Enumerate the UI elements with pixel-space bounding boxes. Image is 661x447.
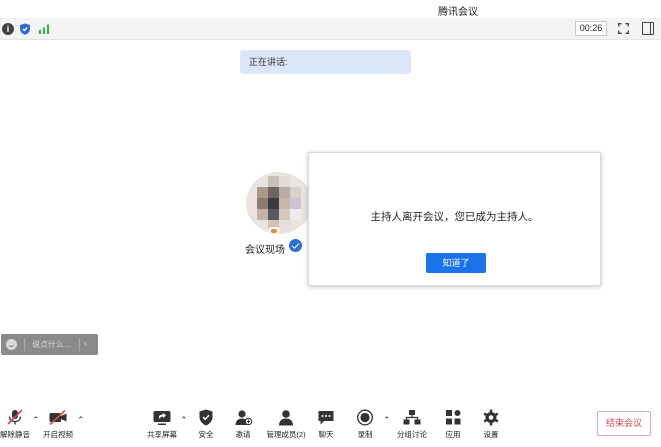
security-button[interactable]: 安全: [186, 409, 226, 443]
breakout-rooms-label: 分组讨论: [397, 430, 427, 439]
manage-members-label: 管理成员(2): [266, 430, 306, 439]
dialog-message: 主持人离开会议，您已成为主持人。: [370, 211, 539, 223]
gear-icon: [483, 409, 499, 426]
speaking-indicator: 正在讲话:: [240, 50, 411, 74]
muted-mic-icon: [7, 409, 23, 425]
info-icon[interactable]: i: [2, 23, 14, 35]
status-bar: i 00:26: [0, 18, 661, 40]
invite-label: 邀请: [235, 430, 251, 439]
end-meeting-button[interactable]: 结束会议: [597, 411, 651, 436]
apps-grid-icon: [446, 410, 461, 425]
start-video-button[interactable]: 开启视频: [38, 409, 78, 443]
record-icon: [357, 409, 373, 426]
sidebar-toggle-icon[interactable]: [642, 22, 654, 35]
collapse-icon[interactable]: ‹: [84, 338, 87, 348]
share-screen-button[interactable]: 共享屏幕: [142, 409, 182, 443]
bottom-toolbar: 解除静音 ⌃ 开启视频 ⌃ 共享屏幕 ⌃ 安全 邀请 管理成员(2) 聊天 录制…: [0, 404, 661, 447]
chat-bubble-icon: [318, 411, 334, 425]
settings-button[interactable]: 设置: [471, 409, 511, 443]
camera-off-icon: [49, 409, 67, 426]
divider: [79, 338, 80, 351]
record-label: 录制: [357, 430, 373, 439]
dialog-ok-button[interactable]: 知道了: [426, 253, 486, 273]
manage-members-button[interactable]: 管理成员(2): [263, 409, 309, 443]
security-label: 安全: [198, 430, 214, 439]
verified-badge-icon: [289, 239, 302, 252]
unmute-button[interactable]: 解除静音: [0, 409, 35, 443]
record-options-caret-icon[interactable]: ⌃: [383, 415, 391, 426]
avatar: [246, 172, 312, 234]
unmute-label: 解除静音: [0, 430, 30, 439]
chat-quick-input[interactable]: 说点什么... ‹: [1, 334, 98, 355]
chat-placeholder: 说点什么...: [32, 340, 71, 349]
chat-button[interactable]: 聊天: [306, 409, 346, 443]
shield-icon: [199, 409, 213, 426]
breakout-icon: [403, 410, 421, 425]
title-bar: 腾讯会议: [0, 0, 661, 18]
shield-icon[interactable]: [19, 23, 31, 35]
app-title: 腾讯会议: [438, 7, 478, 18]
host-badge-icon: [268, 227, 280, 234]
fullscreen-icon[interactable]: [618, 23, 629, 34]
share-screen-label: 共享屏幕: [147, 430, 177, 439]
divider: [24, 338, 25, 351]
invite-user-icon: [235, 410, 253, 426]
signal-icon[interactable]: [38, 23, 50, 35]
invite-button[interactable]: 邀请: [223, 409, 263, 443]
host-transfer-dialog: 主持人离开会议，您已成为主持人。 知道了: [308, 152, 601, 286]
chat-label: 聊天: [318, 430, 334, 439]
participant-name: 会议现场: [245, 245, 285, 256]
video-options-caret-icon[interactable]: ⌃: [77, 415, 85, 426]
meeting-timer: 00:26: [575, 21, 607, 36]
settings-label: 设置: [483, 430, 499, 439]
apps-label: 应用: [445, 430, 461, 439]
members-icon: [279, 410, 293, 426]
emoji-icon[interactable]: [6, 339, 17, 350]
start-video-label: 开启视频: [43, 430, 73, 439]
record-button[interactable]: 录制: [345, 409, 385, 443]
breakout-rooms-button[interactable]: 分组讨论: [392, 409, 432, 443]
apps-button[interactable]: 应用: [433, 409, 473, 443]
share-screen-icon: [153, 411, 171, 425]
